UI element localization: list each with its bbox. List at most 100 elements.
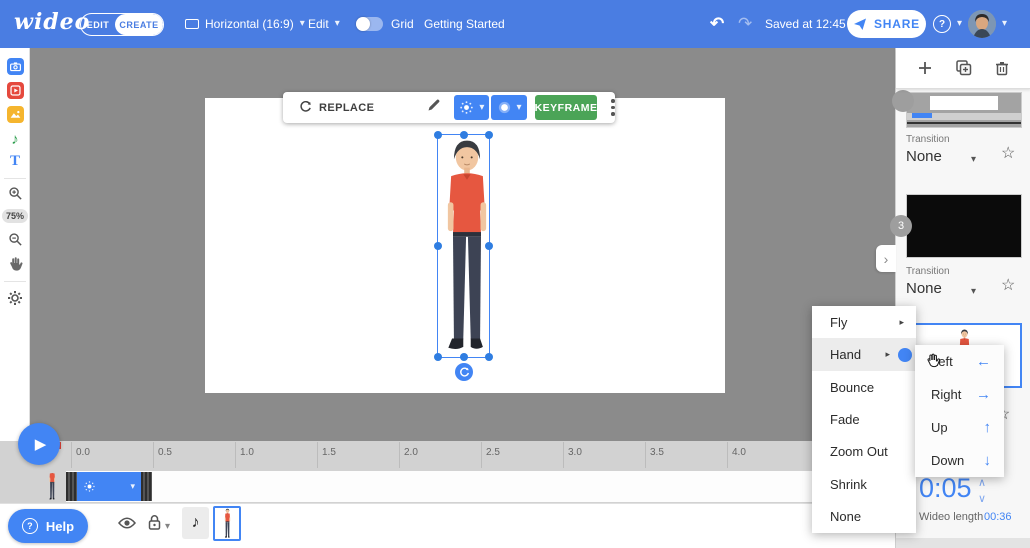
- submenu-item-down[interactable]: Down ↓: [915, 444, 1004, 477]
- gear-icon: [7, 290, 23, 306]
- settings-button[interactable]: [0, 290, 30, 306]
- text-tool-button[interactable]: T: [0, 153, 30, 170]
- chevron-down-icon[interactable]: ▾: [971, 154, 976, 165]
- transition-label: Transition: [906, 134, 950, 145]
- rotate-handle[interactable]: [455, 363, 473, 381]
- chevron-down-icon: ▾: [1002, 19, 1007, 29]
- arrow-down-icon: ↓: [984, 452, 992, 469]
- edit-mode-button[interactable]: EDIT: [81, 14, 115, 35]
- keyframe-button[interactable]: KEYFRAME: [535, 95, 598, 120]
- transition-value-dropdown[interactable]: None: [906, 280, 942, 297]
- add-scene-button[interactable]: [917, 60, 933, 76]
- resize-handle-nw[interactable]: [434, 131, 442, 139]
- delete-scene-button[interactable]: [994, 60, 1010, 76]
- lock-toggle[interactable]: [147, 514, 162, 536]
- arrow-right-icon: →: [976, 386, 991, 403]
- duplicate-scene-button[interactable]: [955, 59, 973, 77]
- scenes-toolbar: [896, 48, 1030, 89]
- eye-icon: [118, 516, 136, 530]
- music-tool-button[interactable]: ♪: [0, 131, 30, 148]
- edit-create-toggle[interactable]: EDIT CREATE: [80, 13, 164, 36]
- ruler-tick: 4.0: [732, 447, 746, 458]
- share-label: SHARE: [874, 17, 920, 31]
- menu-item-bounce[interactable]: Bounce: [812, 371, 916, 403]
- help-menu[interactable]: ? ▾: [933, 0, 962, 48]
- audio-track-button[interactable]: ♪: [182, 507, 209, 539]
- image-icon: [7, 106, 24, 123]
- video-tool-button[interactable]: [0, 82, 30, 99]
- undo-button[interactable]: ↶: [710, 0, 724, 48]
- clip-trim-handle-left[interactable]: [66, 472, 77, 501]
- clip-trim-handle-right[interactable]: [141, 472, 152, 501]
- zoom-level-badge[interactable]: 75%: [0, 209, 30, 223]
- resize-handle-e[interactable]: [485, 242, 493, 250]
- photo-tool-button[interactable]: [0, 58, 30, 75]
- getting-started-link[interactable]: Getting Started: [424, 0, 505, 48]
- help-button[interactable]: ? Help: [8, 509, 88, 543]
- resize-handle-s[interactable]: [460, 353, 468, 361]
- transition-value-dropdown[interactable]: None: [906, 148, 942, 165]
- clip-character-thumbnail[interactable]: [41, 473, 64, 501]
- mouse-cursor-hand: [925, 352, 940, 373]
- resize-handle-n[interactable]: [460, 131, 468, 139]
- timeline-track-lane[interactable]: [66, 471, 895, 502]
- pan-tool-button[interactable]: [0, 255, 30, 271]
- submenu-item-up[interactable]: Up ↑: [915, 411, 1004, 444]
- menu-item-hand[interactable]: Hand ▸: [812, 338, 916, 370]
- play-icon: ▶: [35, 435, 47, 453]
- scene-3-thumbnail[interactable]: [906, 194, 1022, 258]
- wideo-logo[interactable]: wideo: [14, 9, 90, 35]
- scene-2-thumbnail[interactable]: [906, 92, 1022, 128]
- menu-item-fly[interactable]: Fly ▸: [812, 306, 916, 338]
- left-toolbar: ♪ T 75%: [0, 48, 30, 441]
- aspect-ratio-dropdown[interactable]: Horizontal (16:9) ▾: [185, 0, 305, 48]
- ruler-tick: 1.5: [322, 447, 336, 458]
- animation-in-dropdown[interactable]: ▾: [454, 95, 489, 120]
- star-icon[interactable]: ☆: [1001, 143, 1015, 163]
- duration-increase-stepper[interactable]: ∧: [978, 476, 986, 489]
- menu-item-none[interactable]: None: [812, 501, 916, 533]
- share-button[interactable]: SHARE: [847, 10, 926, 38]
- thumb-canvas: [930, 96, 998, 110]
- edit-element-button[interactable]: [427, 98, 441, 117]
- pencil-icon: [427, 98, 441, 112]
- submenu-item-right[interactable]: Right →: [915, 378, 1004, 411]
- redo-button[interactable]: ↷: [738, 0, 752, 48]
- star-icon[interactable]: ☆: [1001, 275, 1015, 295]
- chevron-down-icon[interactable]: ▾: [130, 482, 135, 491]
- menu-item-zoom-out[interactable]: Zoom Out: [812, 436, 916, 468]
- wideo-editor-app: wideo EDIT CREATE Horizontal (16:9) ▾ Ed…: [0, 0, 1030, 548]
- play-button[interactable]: ▶: [18, 423, 60, 465]
- music-note-icon: ♪: [11, 131, 19, 148]
- selection-bounding-box[interactable]: [437, 134, 490, 358]
- image-tool-button[interactable]: [0, 106, 30, 123]
- zoom-out-button[interactable]: [0, 232, 30, 247]
- edit-menu-dropdown[interactable]: Edit ▾: [308, 0, 340, 48]
- thumb-bar: [907, 122, 1021, 124]
- create-mode-button[interactable]: CREATE: [115, 14, 163, 35]
- account-menu[interactable]: ▾: [968, 0, 1007, 48]
- scene-duration-value[interactable]: 0:05: [919, 473, 972, 504]
- resize-handle-ne[interactable]: [485, 131, 493, 139]
- chevron-down-icon[interactable]: ▾: [165, 522, 170, 532]
- resize-handle-se[interactable]: [485, 353, 493, 361]
- resize-handle-sw[interactable]: [434, 353, 442, 361]
- grid-toggle-knob: [356, 17, 370, 31]
- more-options-button[interactable]: [611, 99, 615, 116]
- chevron-down-icon[interactable]: ▾: [971, 286, 976, 297]
- ruler-tick: 0.0: [76, 447, 90, 458]
- visibility-toggle[interactable]: [118, 516, 136, 535]
- selected-element-thumbnail[interactable]: [213, 506, 241, 541]
- animation-clip-bar[interactable]: ▾: [77, 472, 141, 501]
- resize-handle-w[interactable]: [434, 242, 442, 250]
- menu-item-shrink[interactable]: Shrink: [812, 468, 916, 500]
- collapse-panel-button[interactable]: ›: [876, 245, 896, 272]
- animation-out-icon: [497, 100, 512, 115]
- animation-out-dropdown[interactable]: ▾: [491, 95, 526, 120]
- question-icon: ?: [22, 518, 38, 534]
- grid-toggle[interactable]: [356, 17, 383, 31]
- zoom-in-button[interactable]: [0, 186, 30, 201]
- duration-decrease-stepper[interactable]: ∨: [978, 492, 986, 505]
- replace-button[interactable]: REPLACE: [299, 101, 374, 114]
- menu-item-fade[interactable]: Fade: [812, 403, 916, 435]
